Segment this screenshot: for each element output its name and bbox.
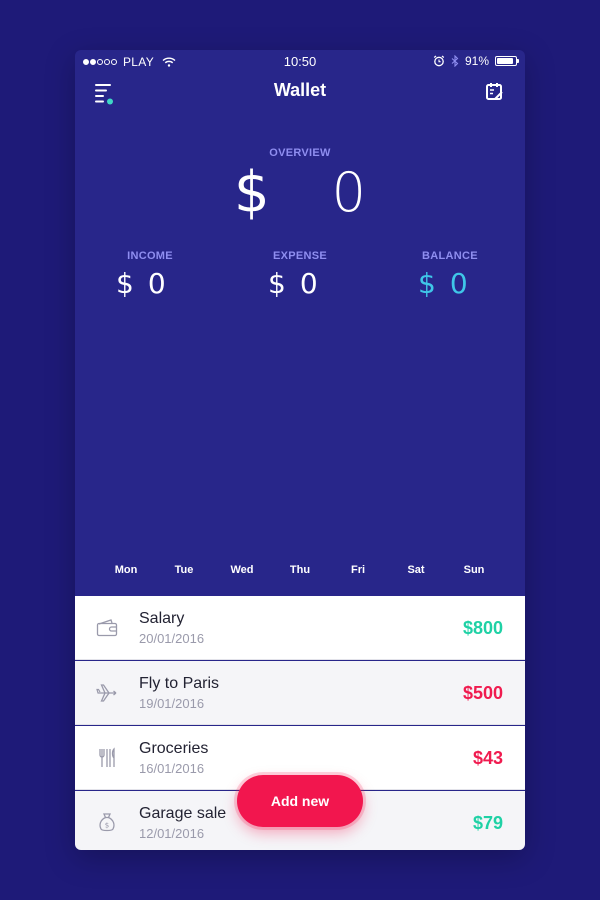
page-title: Wallet [273,80,327,100]
overview-value: 0 [331,161,366,224]
wallet-icon [96,619,118,637]
transaction-name: Salary [139,610,185,627]
add-new-button[interactable]: Add new [237,775,363,827]
overview-currency: $ [234,160,270,225]
overview-amount: $ 0 [75,160,525,225]
expense-amount: 0 [299,267,318,300]
status-right: 91% [433,54,519,68]
balance-stat: BALANCE $ 0 [400,250,520,300]
weekday-label[interactable]: Sat [396,564,436,576]
weekday-label[interactable]: Tue [164,564,204,576]
balance-value: $ 0 [418,267,520,300]
money-bag-icon: $ [99,813,115,832]
overview-label: OVERVIEW [269,147,331,159]
weekday-label[interactable]: Thu [280,564,320,576]
transaction-date: 16/01/2016 [139,761,205,776]
transaction-amount: $79 [472,813,503,833]
weekday-label[interactable]: Mon [106,564,146,576]
income-amount: 0 [147,267,166,300]
expense-currency: $ [268,267,286,300]
weekday-label[interactable]: Sun [454,564,494,576]
phone-screen: PLAY 10:50 91% Wallet OVERVIEW $ 0 INCOM… [75,50,525,850]
weekday-label[interactable]: Fri [338,564,378,576]
balance-label: BALANCE [422,250,478,262]
income-currency: $ [116,267,134,300]
income-stat: INCOME $ 0 [100,250,220,300]
transaction-amount: $800 [462,618,503,638]
transaction-date: 20/01/2016 [139,631,205,646]
transaction-name: Fly to Paris [139,675,220,692]
expense-label: EXPENSE [272,250,328,262]
bluetooth-icon [451,55,459,67]
cutlery-icon [99,747,115,767]
battery-percent: 91% [464,54,489,68]
battery-fill [497,58,514,64]
airplane-icon [96,684,117,702]
transaction-name: Groceries [139,740,209,757]
transaction-amount: $43 [472,748,503,768]
nav-bar: Wallet [75,76,525,106]
transaction-amount: $500 [462,683,503,703]
transaction-row[interactable]: Fly to Paris 19/01/2016 $500 [75,661,525,725]
income-label: INCOME [127,250,173,262]
income-value: $ 0 [116,267,220,300]
weekday-label[interactable]: Wed [222,564,262,576]
calendar-icon[interactable] [485,81,505,101]
balance-currency: $ [418,267,436,300]
transaction-date: 19/01/2016 [139,696,205,711]
expense-stat: EXPENSE $ 0 [250,250,370,300]
transaction-date: 12/01/2016 [139,826,205,841]
alarm-icon [433,55,445,67]
battery-icon [495,56,519,66]
status-bar: PLAY 10:50 91% [75,50,525,74]
balance-amount: 0 [449,267,468,300]
svg-text:$: $ [105,822,109,830]
transaction-name: Garage sale [139,805,227,822]
expense-value: $ 0 [268,267,370,300]
weekday-axis: Mon Tue Wed Thu Fri Sat Sun [75,564,525,580]
transaction-row[interactable]: Salary 20/01/2016 $800 [75,596,525,660]
